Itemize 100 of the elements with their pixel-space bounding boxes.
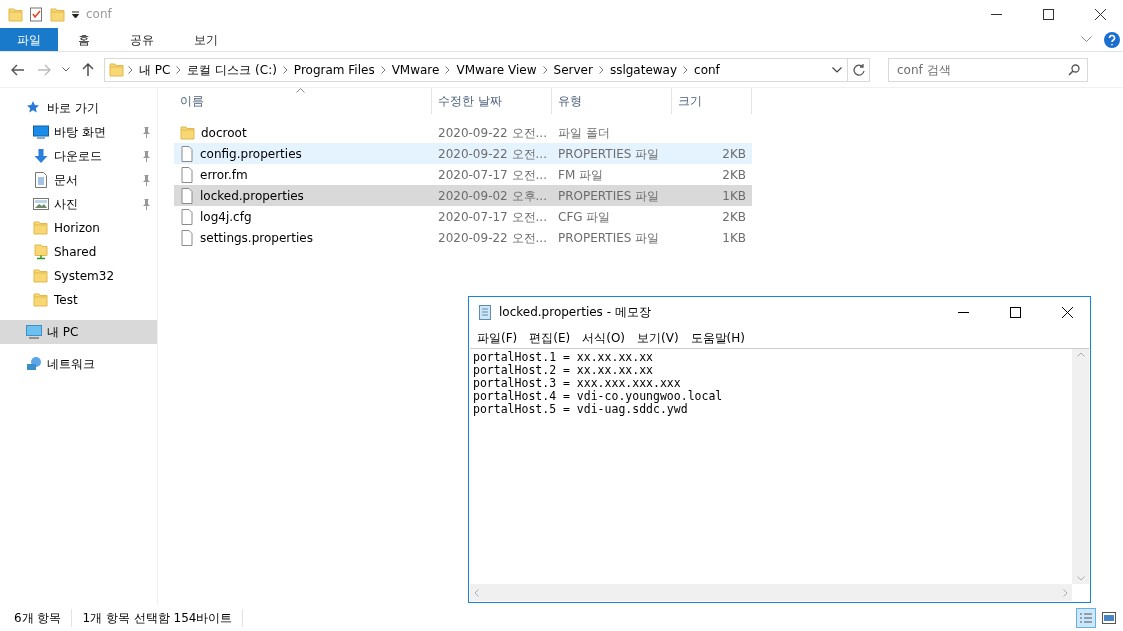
column-header[interactable]: 수정한 날짜 [432, 88, 552, 114]
file-icon [180, 229, 194, 246]
file-type: PROPERTIES 파일 [557, 145, 661, 163]
menu-item[interactable]: 보기(V) [631, 328, 685, 347]
file-row[interactable]: error.fm 2020-07-17 오전... FM 파일 2KB [174, 164, 752, 185]
picture-icon [33, 196, 49, 212]
file-type: PROPERTIES 파일 [557, 229, 661, 247]
desktop-icon [33, 124, 49, 140]
close-icon[interactable] [1061, 306, 1073, 318]
chevron-icon[interactable] [176, 66, 182, 74]
file-date: 2020-09-22 오전... [437, 124, 548, 142]
file-date: 2020-07-17 오전... [437, 208, 548, 226]
breadcrumb[interactable]: sslgateway [606, 60, 681, 79]
file-size: 2KB [721, 208, 746, 226]
maximize-icon[interactable] [1009, 306, 1021, 318]
dropdown-icon[interactable] [71, 9, 80, 19]
file-date: 2020-09-02 오후... [437, 187, 548, 205]
checklist-icon[interactable] [29, 6, 44, 22]
folder-icon [33, 268, 49, 284]
sidebar-item[interactable]: 문서 [0, 168, 157, 192]
file-name: error.fm [200, 166, 248, 184]
pin-icon[interactable] [141, 126, 151, 138]
breadcrumb[interactable]: Program Files [290, 60, 378, 79]
menu-item[interactable]: 파일(F) [471, 328, 524, 347]
breadcrumb[interactable]: VMware [388, 60, 443, 79]
file-date: 2020-09-22 오전... [437, 145, 548, 163]
search-field[interactable]: conf 검색 [888, 57, 1088, 82]
menu-item[interactable]: 도움말(H) [684, 328, 751, 347]
computer-icon [26, 324, 42, 340]
file-size: 2KB [721, 166, 746, 184]
file-size: 2KB [721, 145, 746, 163]
ribbon-tab[interactable]: 홈 [58, 28, 110, 51]
close-icon[interactable] [1094, 8, 1106, 20]
file-row[interactable]: locked.properties 2020-09-02 오후... PROPERTIES 파일 1KB [174, 185, 752, 206]
notepad-icon [477, 304, 493, 320]
menu-item[interactable]: 서식(O) [576, 328, 632, 347]
item-count: 6개 항목 [14, 609, 73, 627]
sidebar-item[interactable]: 사진 [0, 192, 157, 216]
breadcrumb[interactable]: VMware View [453, 60, 540, 79]
chevron-down-icon[interactable] [832, 66, 842, 73]
refresh-icon[interactable] [852, 63, 865, 76]
chevron-icon[interactable] [282, 66, 288, 74]
text-line: portalHost.3 = xxx.xxx.xxx.xxx [473, 377, 681, 390]
file-type: 파일 폴더 [557, 124, 611, 142]
large-icons-view-icon[interactable] [1102, 612, 1116, 624]
file-date: 2020-07-17 오전... [437, 166, 548, 184]
chevron-down-icon[interactable] [62, 67, 70, 72]
file-type: PROPERTIES 파일 [557, 187, 661, 205]
chevron-icon[interactable] [380, 66, 386, 74]
chevron-icon[interactable] [598, 66, 604, 74]
file-name: log4j.cfg [200, 208, 252, 226]
pin-icon[interactable] [141, 198, 151, 210]
sidebar-item[interactable]: Horizon [0, 216, 157, 240]
column-header[interactable]: 유형 [552, 88, 672, 114]
chevron-icon[interactable] [542, 66, 548, 74]
sidebar-item[interactable]: 바로 가기 [0, 96, 157, 120]
folder-icon [33, 292, 49, 308]
file-icon [180, 145, 194, 162]
file-type: CFG 파일 [557, 208, 612, 226]
sidebar-item[interactable]: System32 [0, 264, 157, 288]
ribbon-tab[interactable]: 파일 [0, 28, 58, 51]
chevron-icon[interactable] [683, 66, 689, 74]
ribbon-tab[interactable]: 공유 [110, 28, 174, 51]
file-row[interactable]: log4j.cfg 2020-07-17 오전... CFG 파일 2KB [174, 206, 752, 227]
ribbon-tab[interactable]: 보기 [174, 28, 238, 51]
sidebar-item[interactable]: 내 PC [0, 320, 157, 344]
column-header[interactable]: 크기 [672, 88, 752, 114]
pin-icon[interactable] [141, 174, 151, 186]
menu-item[interactable]: 편집(E) [523, 328, 577, 347]
maximize-icon[interactable] [1042, 8, 1054, 20]
document-icon [33, 172, 49, 188]
pin-icon[interactable] [141, 150, 151, 162]
breadcrumb[interactable]: conf [691, 60, 723, 79]
network-icon [26, 356, 42, 372]
chevron-icon[interactable] [128, 66, 133, 74]
sidebar-item[interactable]: 바탕 화면 [0, 120, 157, 144]
breadcrumb[interactable]: 로컬 디스크 (C:) [184, 60, 280, 79]
help-icon[interactable] [1104, 31, 1120, 48]
file-size: 1KB [721, 229, 746, 247]
expand-ribbon-icon[interactable] [1081, 36, 1092, 43]
sidebar-item[interactable]: Test [0, 288, 157, 312]
file-row[interactable]: docroot 2020-09-22 오전... 파일 폴더 [174, 122, 752, 143]
breadcrumb[interactable]: Server [550, 60, 596, 79]
file-icon [180, 187, 194, 204]
text-line: portalHost.2 = xx.xx.xx.xx [473, 364, 654, 377]
file-name: docroot [201, 124, 247, 142]
sidebar-item[interactable]: 네트워크 [0, 352, 157, 376]
file-name: config.properties [200, 145, 302, 163]
window-title: conf [86, 6, 112, 23]
column-header[interactable]: 이름 [174, 88, 432, 114]
file-row[interactable]: config.properties 2020-09-22 오전... PROPERTIES 파일 2KB [174, 143, 752, 164]
file-row[interactable]: settings.properties 2020-09-22 오전... PROPERTIES 파일 1KB [174, 227, 752, 248]
selection-info: 1개 항목 선택함 154바이트 [82, 609, 244, 627]
sidebar-item[interactable]: 다운로드 [0, 144, 157, 168]
chevron-icon[interactable] [445, 66, 451, 74]
sidebar-item[interactable]: Shared [0, 240, 157, 264]
search-icon[interactable] [1068, 63, 1080, 76]
file-name: locked.properties [200, 187, 304, 205]
text-line: portalHost.1 = xx.xx.xx.xx [473, 351, 654, 364]
breadcrumb[interactable]: 내 PC [136, 60, 174, 79]
